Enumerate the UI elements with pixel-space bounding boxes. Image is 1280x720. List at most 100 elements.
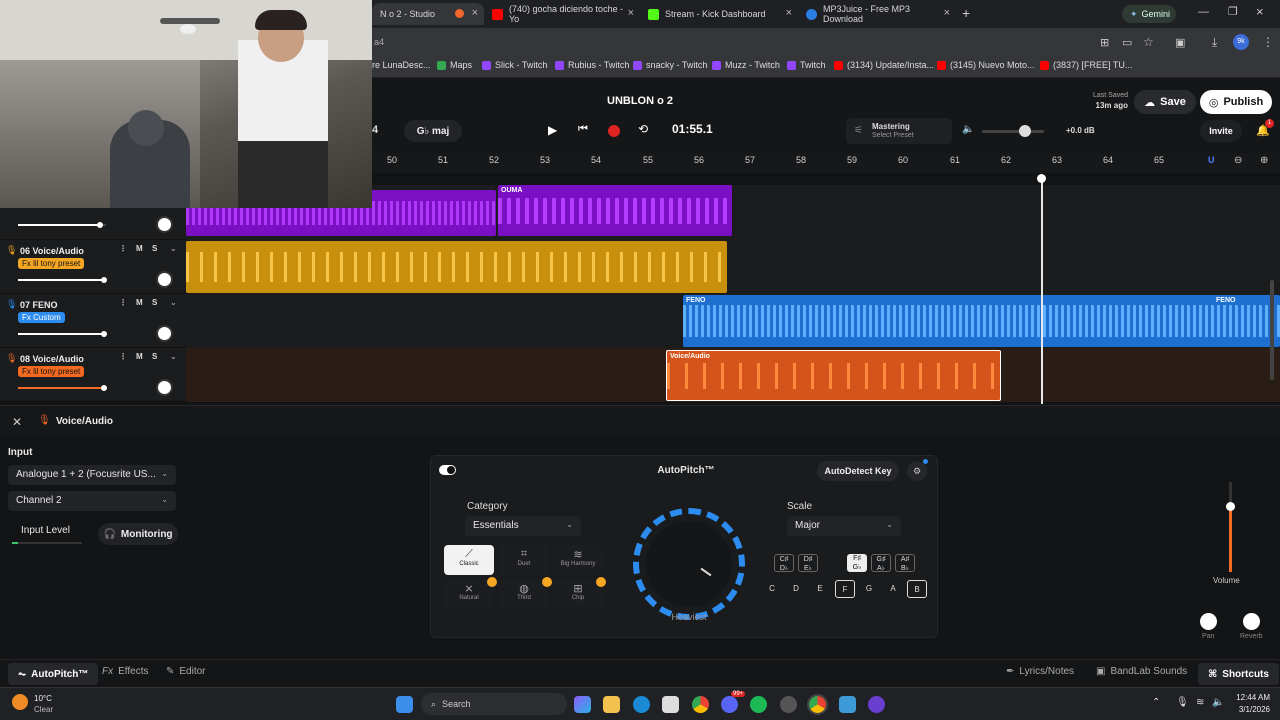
save-button[interactable]: ☁ Save (1134, 90, 1196, 114)
lyrics-button[interactable]: ✒ Lyrics/Notes (1006, 666, 1074, 677)
volume-fader[interactable] (1226, 482, 1235, 572)
pan-knob[interactable] (156, 271, 173, 288)
mastering-button[interactable]: ⚟ Mastering Select Preset (846, 118, 952, 144)
loop-icon[interactable]: ⟲ (638, 122, 648, 136)
time-signature[interactable]: 4 (372, 124, 378, 136)
bookmark-item[interactable]: Muzz - Twitch (712, 60, 780, 70)
mute-button[interactable]: M (136, 298, 143, 307)
key-sharp-selected[interactable]: F♯ G♭ (847, 554, 867, 572)
solo-button[interactable]: S (152, 298, 157, 307)
url-fragment[interactable]: a4 (374, 37, 384, 47)
key-sharp[interactable]: D♯ E♭ (798, 554, 818, 572)
track-menu-icon[interactable]: ⋮ (119, 298, 127, 307)
close-icon[interactable]: × (944, 7, 950, 19)
tray-chevron-icon[interactable]: ⌃ (1152, 697, 1160, 708)
close-icon[interactable]: × (472, 7, 478, 19)
audio-clip[interactable]: OUMA (498, 185, 732, 236)
track-header[interactable]: 🎙 06 Voice/Audio ⋮ M S ⌄ Fx lil tony pre… (0, 240, 186, 294)
download-icon[interactable]: ⤓ (1212, 35, 1217, 50)
wifi-icon[interactable]: ≋ (1196, 697, 1204, 708)
chrome-icon[interactable] (692, 696, 709, 713)
spotify-icon[interactable] (750, 696, 767, 713)
magnet-icon[interactable]: U (1208, 155, 1215, 165)
audio-clip[interactable] (186, 241, 727, 293)
close-icon[interactable]: × (628, 7, 634, 19)
windows-start-icon[interactable] (396, 696, 413, 713)
invite-button[interactable]: Invite (1200, 120, 1242, 142)
zoom-in-icon[interactable]: ⊕ (1260, 155, 1268, 166)
discord-icon[interactable] (721, 696, 738, 713)
publish-button[interactable]: ◎ Publish (1200, 90, 1272, 114)
pan-knob[interactable] (156, 216, 173, 233)
close-icon[interactable]: × (786, 7, 792, 19)
effect-classic[interactable]: ⟋ Classic (444, 545, 494, 575)
track-header[interactable]: 🎙 07 FENO ⋮ M S ⌄ Fx Custom (0, 294, 186, 348)
app-icon[interactable] (839, 696, 856, 713)
slider-thumb[interactable] (97, 222, 103, 228)
close-icon[interactable]: ✕ (12, 415, 22, 429)
effects-tab[interactable]: Fx Effects (102, 666, 149, 677)
bookmark-item[interactable]: Slick - Twitch (482, 60, 547, 70)
clock-date[interactable]: 3/1/2026 (1230, 705, 1270, 714)
key-sharp[interactable]: A♯ B♭ (895, 554, 915, 572)
shortcuts-button[interactable]: ⌘ Shortcuts (1198, 663, 1279, 685)
bookmark-star-icon[interactable]: ☆ (1143, 35, 1154, 49)
mute-button[interactable]: M (136, 352, 143, 361)
slider-thumb[interactable] (101, 277, 107, 283)
minimize-icon[interactable]: — (1198, 6, 1209, 18)
editor-tab[interactable]: ✎ Editor (166, 666, 206, 677)
chevron-down-icon[interactable]: ⌄ (170, 298, 177, 307)
playhead[interactable] (1041, 178, 1043, 404)
file-explorer-icon[interactable] (603, 696, 620, 713)
category-select[interactable]: Essentials ⌄ (465, 516, 581, 536)
track-header[interactable]: 🎙 08 Voice/Audio ⋮ M S ⌄ Fx lil tony pre… (0, 348, 186, 402)
scale-select[interactable]: Major ⌄ (787, 516, 901, 536)
slider-thumb[interactable] (101, 385, 107, 391)
profile-avatar[interactable]: 9k (1233, 34, 1249, 50)
master-volume-slider[interactable] (982, 125, 1044, 137)
bookmark-item[interactable]: snacky - Twitch (633, 60, 707, 70)
solo-button[interactable]: S (152, 244, 157, 253)
bandlab-sounds-button[interactable]: ▣ BandLab Sounds (1096, 666, 1187, 677)
fx-badge[interactable]: Fx lil tony preset (18, 258, 85, 269)
steam-icon[interactable] (780, 696, 797, 713)
amount-knob[interactable] (646, 521, 732, 607)
key-button[interactable]: G♭ maj (404, 120, 462, 142)
track-volume-slider[interactable] (18, 277, 107, 283)
volume-tray-icon[interactable]: 🔈 (1212, 697, 1224, 708)
pan-knob[interactable] (1200, 613, 1217, 630)
autopitch-toggle[interactable] (439, 465, 456, 475)
channel-select[interactable]: Channel 2 ⌄ (8, 491, 176, 511)
gemini-button[interactable]: ✦ Gemini (1122, 5, 1176, 23)
key-natural[interactable]: G (859, 580, 879, 598)
key-sharp[interactable]: C♯ D♭ (774, 554, 794, 572)
project-title[interactable]: UNBLON o 2 (560, 95, 720, 107)
play-icon[interactable]: ▶ (548, 123, 557, 137)
maximize-icon[interactable]: ❐ (1228, 5, 1238, 18)
cast-icon[interactable]: ▭ (1122, 36, 1132, 49)
autodetect-key-button[interactable]: AutoDetect Key (817, 461, 899, 481)
pan-knob[interactable] (156, 379, 173, 396)
fx-badge[interactable]: Fx lil tony preset (18, 366, 85, 377)
key-natural[interactable]: D (786, 580, 806, 598)
key-natural-selected[interactable]: F (835, 580, 855, 598)
input-device-select[interactable]: Analogue 1 + 2 (Focusrite US... ⌄ (8, 465, 176, 485)
chevron-down-icon[interactable]: ⌄ (170, 244, 177, 253)
track-menu-icon[interactable]: ⋮ (119, 352, 127, 361)
volume-thumb[interactable] (1226, 502, 1235, 511)
tab-youtube[interactable]: (740) gocha diciendo toche - Yo × (484, 3, 640, 25)
track-volume-slider[interactable] (18, 385, 107, 391)
autopitch-tab[interactable]: ⏦ AutoPitch™ (8, 663, 99, 685)
fx-badge[interactable]: Fx Custom (18, 312, 65, 323)
monitoring-button[interactable]: 🎧 Monitoring (98, 523, 178, 545)
skip-back-icon[interactable]: ⏮ (578, 123, 588, 136)
install-icon[interactable]: ⊞ (1100, 36, 1109, 49)
track-lane[interactable]: FENO FENO (186, 294, 1280, 348)
reverb-knob[interactable] (1243, 613, 1260, 630)
speaker-icon[interactable]: 🔈 (962, 124, 974, 135)
obs-icon[interactable] (868, 696, 885, 713)
bookmark-item[interactable]: re LunaDesc... (372, 60, 431, 70)
track-lane[interactable] (186, 240, 1280, 294)
effect-duet[interactable]: ⌗ Duet (499, 545, 549, 575)
solo-button[interactable]: S (152, 352, 157, 361)
